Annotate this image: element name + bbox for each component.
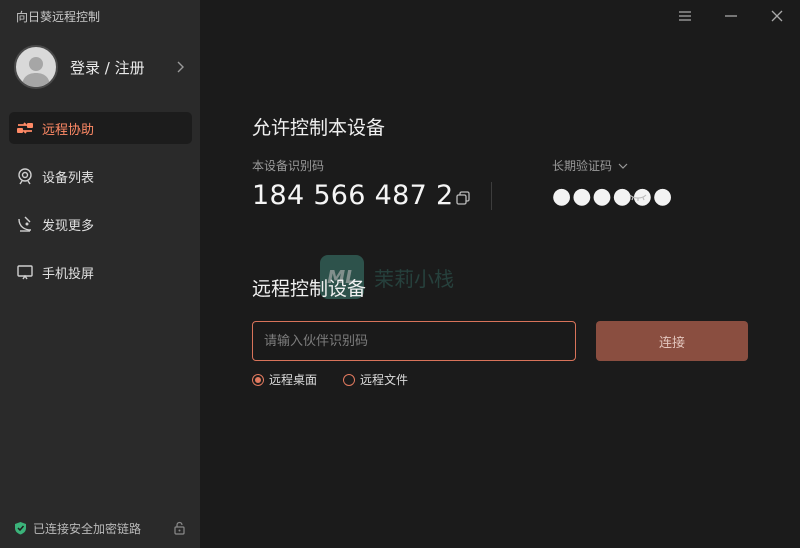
- radio-selected-indicator: [252, 373, 264, 386]
- sidebar-item-label: 设备列表: [42, 170, 95, 186]
- secure-status-text: 已连接安全加密链路: [33, 521, 142, 536]
- avatar: [14, 45, 58, 89]
- connect-button[interactable]: 连接: [596, 321, 748, 361]
- sidebar-item-label: 远程协助: [42, 122, 95, 138]
- device-list-icon: [16, 167, 34, 185]
- app-title: 向日葵远程控制: [16, 10, 101, 24]
- radio-unselected-indicator: [343, 373, 356, 386]
- sidebar-item-remote-assist[interactable]: 远程协助: [9, 112, 192, 144]
- chevron-down-icon: [618, 163, 628, 169]
- sidebar-item-screen-cast[interactable]: 手机投屏: [9, 256, 192, 288]
- chevron-right-icon: [177, 61, 184, 73]
- copy-icon[interactable]: [455, 190, 471, 206]
- sidebar: 向日葵远程控制 登录 / 注册 远程协助 设备列表 发现更多 手机投屏 已连接安…: [0, 0, 200, 548]
- remote-control-title: 远程控制设备: [252, 278, 367, 300]
- watermark-text: 茉莉小栈: [374, 266, 454, 291]
- sidebar-item-label: 手机投屏: [42, 266, 95, 282]
- login-register-label: 登录 / 注册: [70, 58, 145, 77]
- radio-label: 远程桌面: [269, 373, 318, 387]
- device-id-value: 184 566 487 2: [252, 180, 454, 211]
- main-panel: 允许控制本设备 本设备识别码 184 566 487 2 长期验证码 ●●●●●…: [200, 0, 800, 548]
- user-silhouette-icon: [22, 57, 50, 87]
- radio-remote-desktop[interactable]: 远程桌面: [252, 371, 317, 388]
- remote-assist-icon: [16, 119, 34, 137]
- password-type-dropdown[interactable]: 长期验证码: [552, 157, 629, 174]
- sidebar-item-label: 发现更多: [42, 218, 95, 234]
- radio-remote-file[interactable]: 远程文件: [343, 371, 408, 388]
- password-value: ●●●●●●: [552, 184, 674, 209]
- eye-closed-icon[interactable]: [628, 190, 648, 204]
- partner-id-input[interactable]: [252, 321, 576, 361]
- login-register-button[interactable]: 登录 / 注册: [14, 44, 192, 90]
- sidebar-nav: 远程协助 设备列表 发现更多 手机投屏: [9, 112, 192, 304]
- shield-check-icon: [15, 522, 26, 535]
- secure-connection-status: 已连接安全加密链路: [14, 518, 186, 538]
- device-id-label: 本设备识别码: [252, 159, 325, 173]
- connection-mode-group: 远程桌面 远程文件: [252, 371, 434, 388]
- allow-control-title: 允许控制本设备: [252, 117, 386, 139]
- sidebar-item-discover[interactable]: 发现更多: [9, 208, 192, 240]
- radio-label: 远程文件: [360, 373, 409, 387]
- screen-cast-icon: [16, 263, 34, 281]
- lock-icon[interactable]: [173, 521, 186, 535]
- sidebar-item-device-list[interactable]: 设备列表: [9, 160, 192, 192]
- discover-icon: [16, 215, 34, 233]
- password-label: 长期验证码: [552, 159, 613, 173]
- divider: [491, 182, 492, 210]
